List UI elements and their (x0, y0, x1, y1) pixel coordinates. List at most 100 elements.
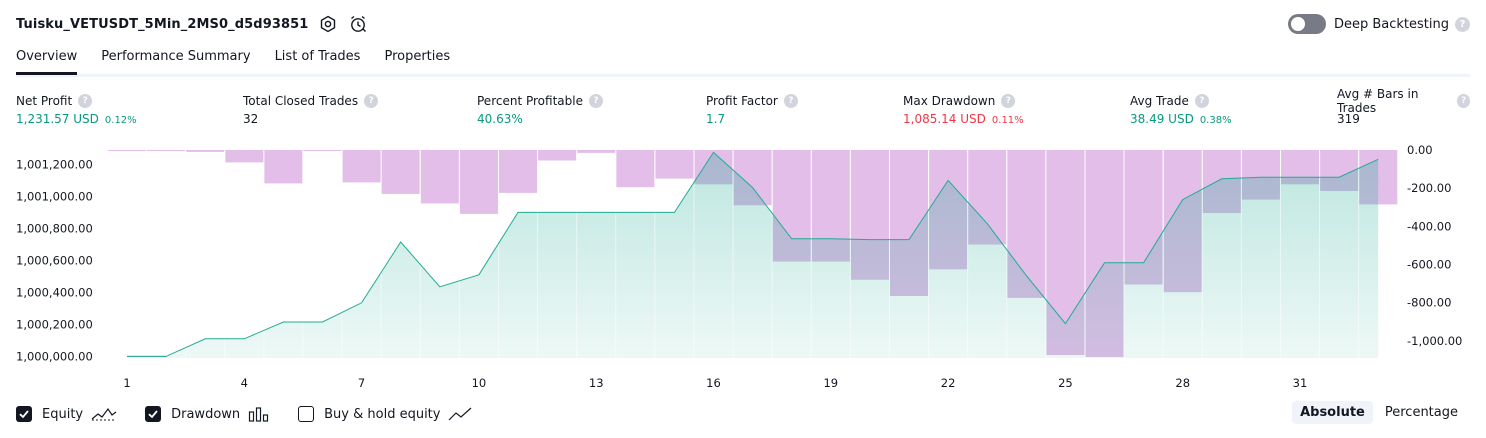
metric-value: 1,231.57 USD (16, 112, 99, 126)
x-tick-label: 31 (1293, 376, 1308, 390)
drawdown-bar (225, 150, 264, 163)
help-icon[interactable]: ? (1194, 94, 1209, 108)
deep-backtesting-label: Deep Backtesting (1333, 16, 1449, 32)
x-tick-label: 13 (589, 376, 604, 390)
settings-icon[interactable] (318, 14, 338, 34)
drawdown-bar (186, 150, 225, 152)
legend-label: Buy & hold equity (324, 406, 441, 422)
help-icon[interactable]: ? (1001, 94, 1016, 108)
equity-line-icon (91, 406, 117, 422)
drawdown-bar (303, 150, 342, 151)
help-icon[interactable]: ? (783, 94, 798, 108)
tab-bar: Overview Performance Summary List of Tra… (16, 42, 1470, 77)
deep-backtesting-toggle[interactable] (1287, 14, 1326, 34)
equity-drawdown-chart[interactable]: 1,001,200.00 1,001,000.00 1,000,800.00 1,00… (0, 140, 1486, 395)
x-tick-label: 7 (358, 376, 365, 390)
tab-list-of-trades[interactable]: List of Trades (275, 42, 361, 72)
x-tick-label: 16 (706, 376, 721, 390)
help-icon[interactable]: ? (1455, 16, 1470, 32)
metric-total-closed-trades: Total Closed Trades? 32 (243, 92, 379, 126)
left-tick-label: 1,001,200.00 (16, 157, 93, 171)
alert-clock-icon[interactable] (348, 14, 368, 34)
metric-avg-trade: Avg Trade? 38.49 USD 0.38% (1130, 92, 1232, 126)
drawdown-bar (577, 150, 616, 153)
left-tick-label: 1,000,800.00 (16, 221, 93, 235)
right-tick-label: -1,000.00 (1407, 334, 1462, 348)
drawdown-checkbox[interactable] (145, 406, 162, 422)
x-tick-label: 22 (941, 376, 956, 390)
drawdown-bar (342, 150, 381, 183)
legend-buy-hold[interactable]: Buy & hold equity (298, 406, 472, 422)
metric-percent-profitable: Percent Profitable? 40.63% (477, 92, 603, 126)
x-tick-label: 10 (472, 376, 487, 390)
metric-label: Max Drawdown (903, 94, 996, 108)
drawdown-bar (147, 150, 186, 151)
tab-properties[interactable]: Properties (384, 42, 450, 72)
toggle-knob (1290, 17, 1305, 31)
help-icon[interactable]: ? (78, 94, 93, 108)
metrics-row: Net Profit? 1,231.57 USD 0.12% Total Clos… (16, 87, 1470, 132)
right-tick-label: -400.00 (1407, 219, 1451, 233)
legend-label: Drawdown (171, 406, 241, 422)
x-axis: 1 4 7 10 13 16 19 22 25 28 31 (123, 376, 1307, 390)
deep-backtesting: Deep Backtesting ? (1287, 12, 1470, 36)
left-tick-label: 1,001,000.00 (16, 189, 93, 203)
x-tick-label: 1 (123, 376, 130, 390)
right-tick-label: -800.00 (1407, 296, 1451, 310)
metric-percent: 0.11% (991, 115, 1024, 126)
x-tick-label: 25 (1058, 376, 1073, 390)
tab-overview[interactable]: Overview (16, 42, 78, 75)
help-icon[interactable]: ? (364, 94, 379, 108)
absolute-mode-button[interactable]: Absolute (1292, 401, 1373, 424)
legend-label: Equity (42, 406, 84, 422)
drawdown-bar (616, 150, 655, 188)
metric-value: 32 (243, 112, 259, 126)
drawdown-bar (655, 150, 694, 179)
help-icon[interactable]: ? (1457, 94, 1470, 108)
right-tick-label: -200.00 (1407, 181, 1451, 195)
left-tick-label: 1,000,600.00 (16, 253, 93, 267)
drawdown-bar (381, 150, 420, 194)
metric-value: 38.49 USD (1130, 112, 1194, 126)
scale-mode-switch: Absolute Percentage (1288, 401, 1466, 424)
metric-percent: 0.12% (104, 115, 137, 126)
x-tick-label: 4 (241, 376, 248, 390)
drawdown-bar (264, 150, 303, 184)
strategy-title: Tuisku_VETUSDT_5Min_2MS0_d5d93851 (16, 16, 309, 32)
metric-net-profit: Net Profit? 1,231.57 USD 0.12% (16, 92, 137, 126)
metric-profit-factor: Profit Factor? 1.7 (706, 92, 798, 126)
drawdown-bar (108, 150, 147, 151)
metric-label: Avg Trade (1130, 94, 1189, 108)
metric-label: Percent Profitable (477, 94, 583, 108)
metric-value: 1,085.14 USD (903, 112, 986, 126)
buy-hold-checkbox[interactable] (298, 406, 315, 422)
metric-percent: 0.38% (1199, 115, 1232, 126)
metric-label: Total Closed Trades (243, 94, 359, 108)
right-tick-label: -600.00 (1407, 258, 1451, 272)
chart-legend: Equity Drawdown Buy & hold equity (16, 403, 500, 425)
drawdown-bar (420, 150, 459, 204)
x-tick-label: 19 (823, 376, 838, 390)
line-chart-icon (448, 406, 472, 422)
drawdown-bar (538, 150, 577, 161)
tab-performance-summary[interactable]: Performance Summary (101, 42, 250, 72)
right-axis: 0.00 -200.00 -400.00 -600.00 -800.00 -1,000.0… (1407, 143, 1462, 348)
drawdown-bar (459, 150, 498, 214)
left-tick-label: 1,000,000.00 (16, 349, 93, 363)
metric-value: 319 (1337, 112, 1360, 126)
help-icon[interactable]: ? (588, 94, 603, 108)
left-tick-label: 1,000,400.00 (16, 285, 93, 299)
left-tick-label: 1,000,200.00 (16, 317, 93, 331)
equity-checkbox[interactable] (16, 406, 32, 422)
legend-drawdown[interactable]: Drawdown (145, 406, 270, 422)
x-tick-label: 28 (1175, 376, 1190, 390)
metric-value: 40.63% (477, 112, 523, 126)
bars-icon (248, 406, 270, 422)
legend-equity[interactable]: Equity (16, 406, 117, 422)
metric-value: 1.7 (706, 112, 726, 126)
metric-label: Profit Factor (706, 94, 778, 108)
left-axis: 1,001,200.00 1,001,000.00 1,000,800.00 1,00… (16, 157, 93, 363)
right-tick-label: 0.00 (1407, 143, 1433, 157)
percentage-mode-button[interactable]: Percentage (1377, 401, 1466, 424)
metric-label: Avg # Bars in Trades (1337, 87, 1419, 115)
